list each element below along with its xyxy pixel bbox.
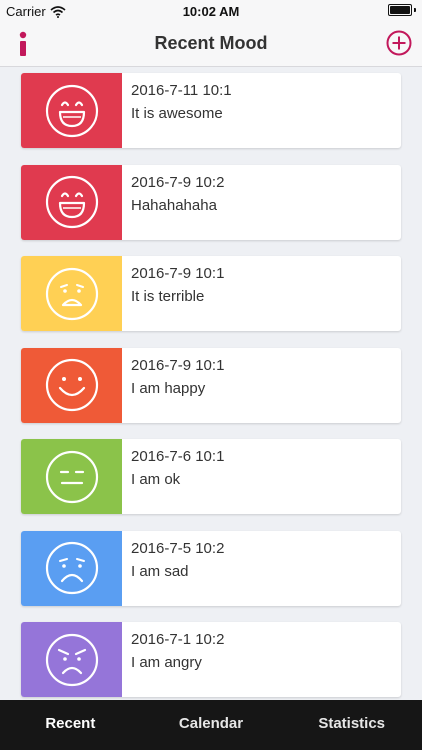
entry-text: It is awesome bbox=[131, 105, 223, 122]
entry-text: I am sad bbox=[131, 562, 189, 580]
entry-text: Hahahahaha bbox=[131, 196, 217, 214]
entry-text: I am angry bbox=[131, 654, 202, 671]
entry-text: I am happy bbox=[131, 379, 206, 397]
mood-entry-card[interactable]: 2016-7-9 10:2 Hahahahaha bbox=[21, 164, 401, 240]
tab-statistics[interactable]: Statistics bbox=[281, 700, 422, 750]
entry-date: 2016-7-1 10:2 bbox=[131, 631, 225, 648]
mood-face-tile bbox=[21, 347, 122, 423]
neutral-face-icon bbox=[45, 450, 98, 503]
mood-entry-card[interactable]: 2016-7-5 10:2 I am sad bbox=[21, 530, 401, 606]
angry-face-icon bbox=[45, 633, 98, 686]
worried-face-icon bbox=[45, 267, 98, 320]
page-title: Recent Mood bbox=[154, 33, 268, 53]
navigation-bar: Recent Mood bbox=[0, 22, 422, 67]
status-right bbox=[388, 4, 416, 16]
mood-face-tile bbox=[21, 530, 122, 606]
mood-face-tile bbox=[21, 439, 122, 514]
mood-face-tile bbox=[21, 622, 122, 697]
mood-entry-card[interactable]: 2016-7-9 10:1 I am happy bbox=[21, 347, 401, 423]
tab-bar: Recent Calendar Statistics bbox=[0, 700, 422, 750]
entry-date: 2016-7-11 10:1 bbox=[131, 82, 232, 99]
battery-icon bbox=[388, 4, 412, 16]
laughing-face-icon bbox=[45, 84, 98, 137]
entry-date: 2016-7-5 10:2 bbox=[131, 539, 225, 557]
app-screen: Carrier 10:02 AM Recent Mood 2016-7-11 1… bbox=[0, 0, 422, 750]
status-time: 10:02 AM bbox=[182, 4, 240, 19]
entry-text: I am ok bbox=[131, 471, 181, 488]
entry-date: 2016-7-9 10:1 bbox=[131, 265, 225, 282]
mood-face-tile bbox=[21, 256, 122, 331]
laughing-face-icon bbox=[45, 175, 98, 229]
tab-calendar[interactable]: Calendar bbox=[141, 700, 282, 750]
entry-date: 2016-7-9 10:1 bbox=[131, 356, 225, 374]
entry-text: It is terrible bbox=[131, 288, 205, 305]
tab-recent[interactable]: Recent bbox=[0, 700, 141, 750]
mood-face-tile bbox=[21, 73, 122, 148]
mood-entry-card[interactable]: 2016-7-11 10:1 It is awesome bbox=[21, 73, 401, 148]
mood-entry-card[interactable]: 2016-7-1 10:2 I am angry bbox=[21, 622, 401, 697]
status-bar: Carrier 10:02 AM bbox=[0, 0, 422, 22]
entry-date: 2016-7-6 10:1 bbox=[131, 448, 225, 465]
entry-date: 2016-7-9 10:2 bbox=[131, 173, 225, 191]
mood-entry-card[interactable]: 2016-7-9 10:1 It is terrible bbox=[21, 256, 401, 331]
mood-list: 2016-7-11 10:1 It is awesome 2016-7-9 10:2… bbox=[0, 66, 422, 700]
smile-face-icon bbox=[45, 358, 98, 412]
battery-tip bbox=[414, 8, 416, 12]
mood-face-tile bbox=[21, 164, 122, 240]
sad-face-icon bbox=[45, 541, 98, 595]
add-icon[interactable] bbox=[386, 30, 412, 56]
mood-entry-card[interactable]: 2016-7-6 10:1 I am ok bbox=[21, 439, 401, 514]
